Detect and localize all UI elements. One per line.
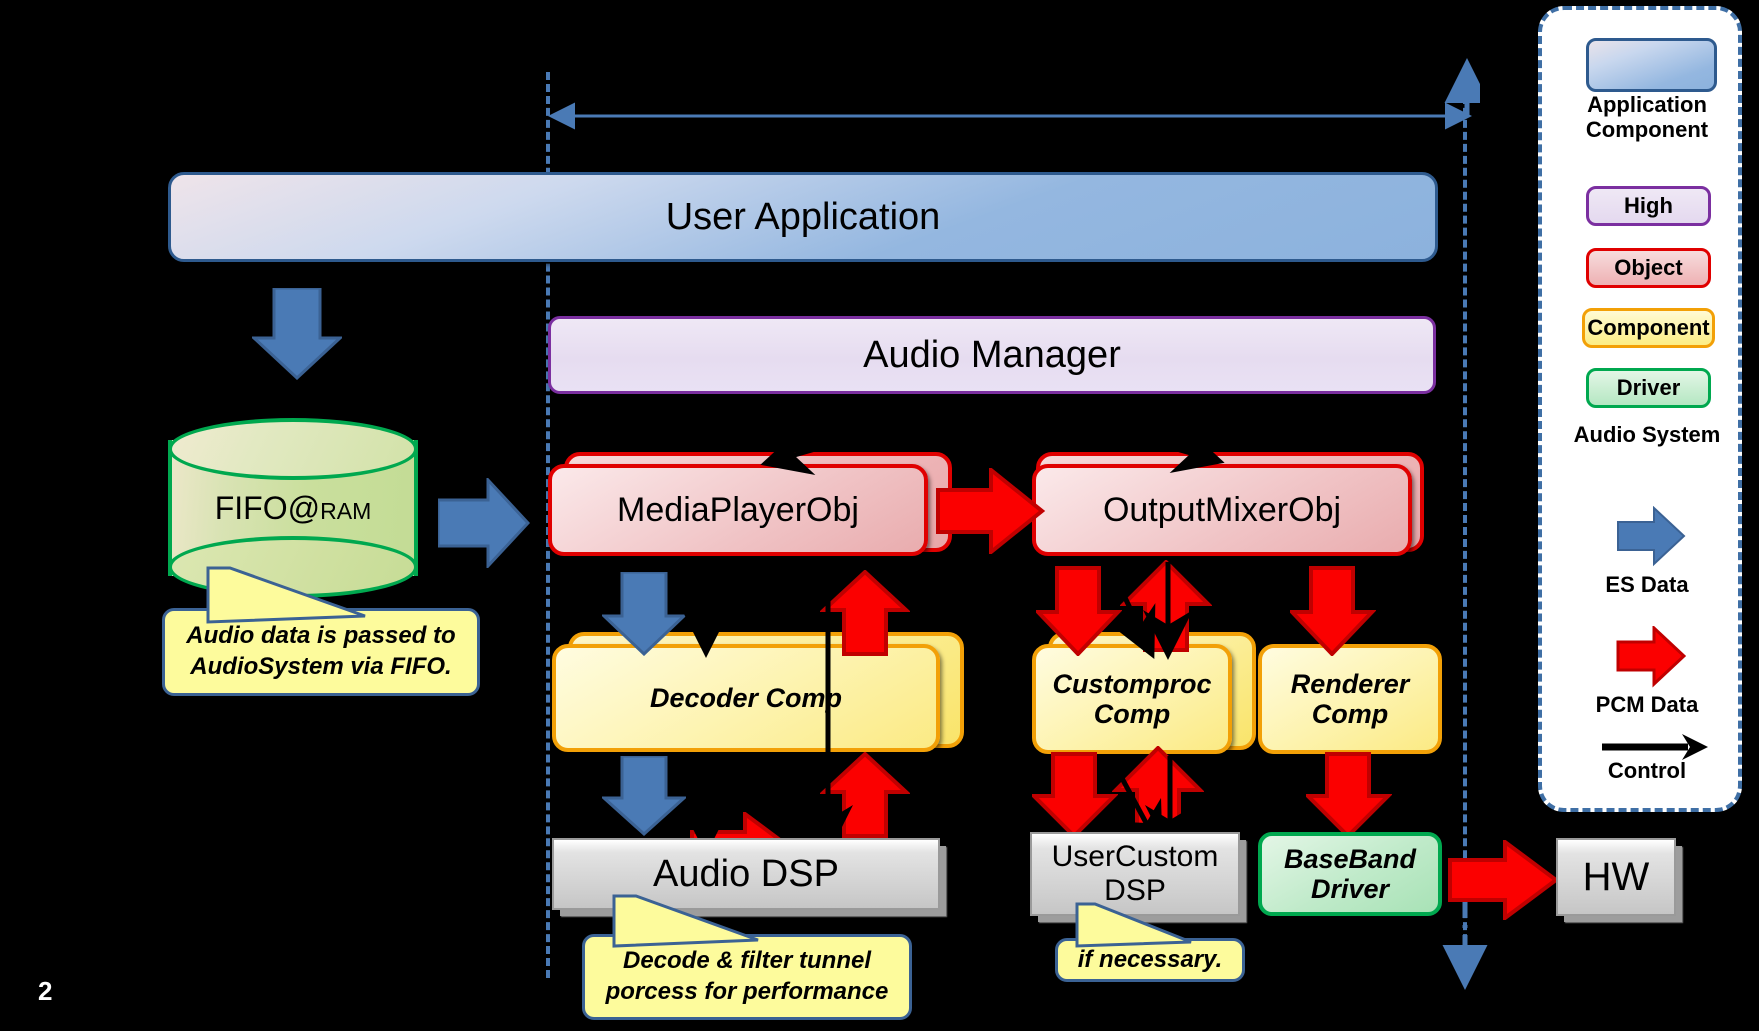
- legend-chip-object: Object: [1586, 248, 1711, 288]
- fifo-label: FIFO@RAM: [168, 418, 418, 598]
- legend-application-swatch: [1586, 38, 1717, 92]
- legend-chip-driver: Driver: [1586, 368, 1711, 408]
- hw-box[interactable]: HW: [1556, 838, 1676, 916]
- usercustom-dsp-callout-tail: [1075, 902, 1192, 948]
- legend-chip-high: High: [1586, 186, 1711, 226]
- legend-chip-high-label: High: [1624, 193, 1673, 218]
- usercustom-dsp-callout-text: if necessary.: [1077, 945, 1223, 973]
- legend-panel: Application Component High Object Compon…: [1538, 6, 1742, 812]
- usercustom-dsp-label: UserCustom DSP: [1051, 840, 1219, 907]
- legend-es-data-arrow-icon: [1617, 506, 1686, 567]
- legend-es-data-label: ES Data: [1605, 572, 1689, 597]
- legend-chip-component-label: Component: [1587, 315, 1710, 340]
- slide-canvas: User Application Audio Manager FIFO@RAM …: [0, 0, 1759, 1031]
- legend-application-label: Application Component: [1585, 92, 1709, 143]
- audio-dsp-callout: Decode & filter tunnel porcess for perfo…: [582, 894, 912, 1020]
- fifo-label-text: FIFO@RAM: [214, 489, 372, 526]
- legend-system-label: Audio System: [1573, 422, 1721, 447]
- baseband-driver-label: BaseBand Driver: [1283, 843, 1417, 904]
- audio-dsp-callout-tail: [612, 894, 759, 948]
- legend-pcm-data-arrow-icon: [1616, 626, 1686, 688]
- legend-pcm-data-label: PCM Data: [1595, 692, 1699, 717]
- fifo-ram-cylinder[interactable]: FIFO@RAM: [168, 418, 418, 598]
- legend-chip-driver-label: Driver: [1616, 375, 1681, 400]
- usercustom-dsp-callout: if necessary.: [1055, 902, 1245, 982]
- baseband-driver-box[interactable]: BaseBand Driver: [1258, 832, 1442, 916]
- page-number: 2: [38, 976, 53, 1006]
- legend-chip-object-label: Object: [1614, 255, 1683, 280]
- legend-control-label: Control: [1607, 758, 1687, 783]
- audio-dsp-callout-text: Decode & filter tunnel porcess for perfo…: [605, 947, 889, 1005]
- legend-chip-component: Component: [1582, 308, 1715, 348]
